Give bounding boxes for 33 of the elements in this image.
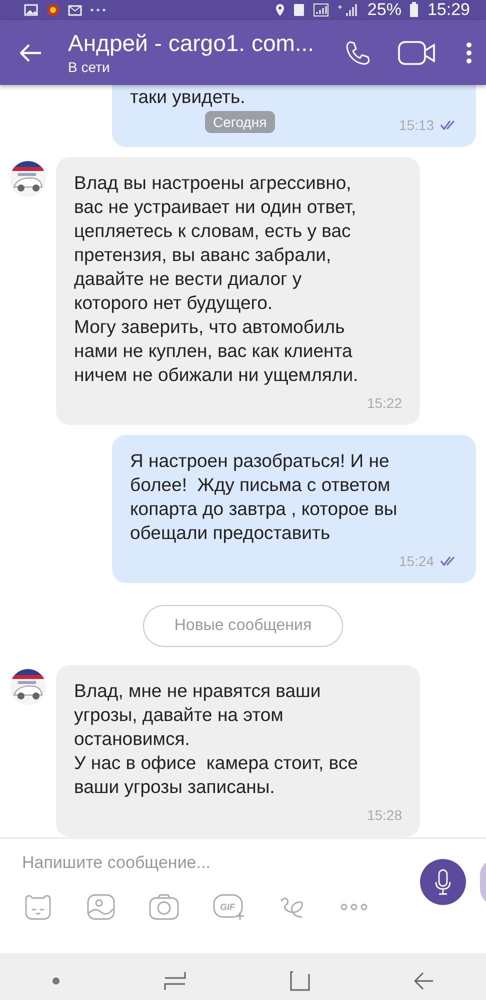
message-time: 15:13 [398, 116, 434, 135]
microphone-icon [434, 869, 452, 895]
dot-icon[interactable] [52, 977, 60, 985]
home-icon[interactable] [290, 971, 310, 991]
battery-icon [409, 2, 420, 18]
message-text: таки увидеть. [130, 85, 246, 109]
recent-apps-icon[interactable] [164, 971, 186, 991]
signal-icon [313, 3, 330, 17]
image-icon [24, 4, 38, 16]
app-icon [46, 3, 60, 17]
signal-icon [337, 3, 360, 17]
message-text: Влад вы настроены агрессивно, вас не устраивает ни один ответ, цепляетесь к словам, есть у вас претензия, вы аванс забрали, давайте не вести диалог у которого нет будущего. Могу заверить, что автомобиль нами не куплен, вас как клиента ничем не обижали ни ущемляли. [74, 171, 360, 387]
more-icon [90, 8, 106, 12]
microphone-button[interactable] [420, 859, 466, 905]
battery-percent: 25% [367, 0, 402, 20]
clock: 15:29 [427, 0, 470, 20]
date-label: Сегодня [205, 111, 275, 133]
phone-icon[interactable] [344, 38, 372, 66]
message-time: 15:22 [366, 394, 402, 413]
gif-icon[interactable]: GIF [212, 893, 246, 921]
online-status: В сети [68, 59, 111, 75]
new-messages-button[interactable]: Новые сообщения [143, 605, 343, 647]
video-call-icon[interactable] [398, 40, 436, 66]
menu-icon[interactable] [466, 40, 472, 64]
chat-title: Андрей - cargo1. com... [68, 30, 316, 57]
location-icon [275, 3, 286, 17]
message-text: Я настроен разобраться! И не более! Жду письма с ответом копарта до завтра , которое вы обещали предоставить [130, 449, 398, 545]
back-icon[interactable] [414, 972, 434, 990]
sim-icon [293, 3, 306, 17]
message-time: 15:24 [398, 552, 434, 571]
message-time: 15:28 [366, 806, 402, 825]
message-text: Влад, мне не нравятся ваши угрозы, давайте на этом остановимся. У нас в офисе камера стоит, все ваши угрозы записаны. [74, 679, 359, 799]
mail-icon [68, 4, 82, 16]
